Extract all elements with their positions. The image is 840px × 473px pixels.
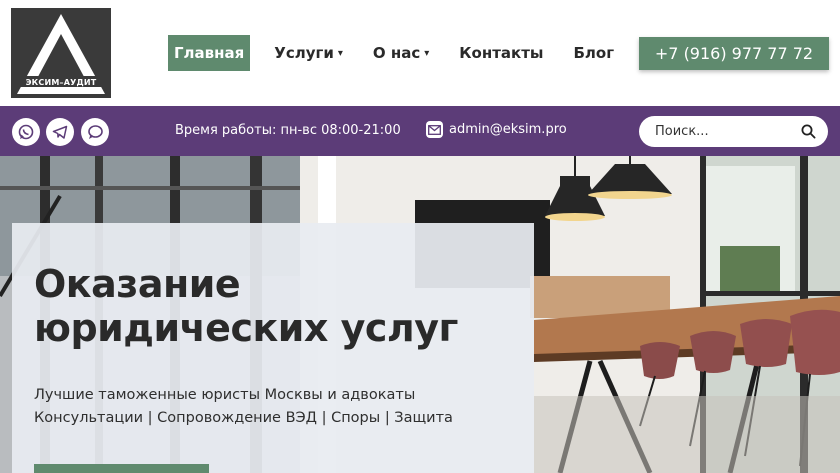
chat-icon[interactable] (81, 118, 109, 146)
hero-title-line: Оказание (34, 262, 241, 306)
hero-subtitle: Лучшие таможенные юристы Москвы и адвока… (34, 384, 453, 430)
nav-item-contacts[interactable]: Контакты (453, 35, 549, 71)
search-icon[interactable] (801, 124, 816, 139)
working-hours: Время работы: пн-вс 08:00-21:00 (175, 123, 401, 138)
chevron-down-icon: ▾ (424, 47, 430, 59)
email-text: admin@eksim.pro (449, 122, 567, 137)
logo[interactable]: ЭКСИМ–АУДИТ (11, 8, 111, 98)
hero-subtitle-line: Консультации | Сопровождение ВЭД | Споры… (34, 410, 453, 426)
nav-item-label: Главная (174, 44, 245, 62)
nav-item-label: Контакты (459, 44, 544, 62)
search-input[interactable] (655, 124, 795, 139)
telegram-icon[interactable] (46, 118, 74, 146)
hero-title: Оказание юридических услуг (34, 262, 458, 350)
logo-text: ЭКСИМ–АУДИТ (25, 78, 97, 87)
mail-icon (426, 121, 443, 138)
phone-button[interactable]: +7 (916) 977 77 72 (639, 37, 829, 70)
nav-item-label: Услуги (274, 44, 334, 62)
nav-item-services[interactable]: Услуги ▾ (268, 35, 349, 71)
email-link[interactable]: admin@eksim.pro (426, 121, 567, 138)
hero-subtitle-line: Лучшие таможенные юристы Москвы и адвока… (34, 387, 416, 403)
whatsapp-icon[interactable] (12, 118, 40, 146)
chevron-down-icon: ▾ (337, 47, 343, 59)
hero-cta-button[interactable] (34, 464, 209, 473)
nav-item-label: Блог (573, 44, 615, 62)
main-nav: Главная Услуги ▾ О нас ▾ Контакты Блог (168, 35, 638, 71)
hero-title-line: юридических услуг (34, 306, 458, 350)
site-header: ЭКСИМ–АУДИТ Главная Услуги ▾ О нас ▾ Кон… (0, 0, 840, 106)
nav-item-blog[interactable]: Блог (567, 35, 620, 71)
nav-item-label: О нас (372, 44, 421, 62)
nav-item-home[interactable]: Главная (168, 35, 251, 71)
nav-item-about[interactable]: О нас ▾ (367, 35, 435, 71)
search-box (639, 116, 828, 147)
